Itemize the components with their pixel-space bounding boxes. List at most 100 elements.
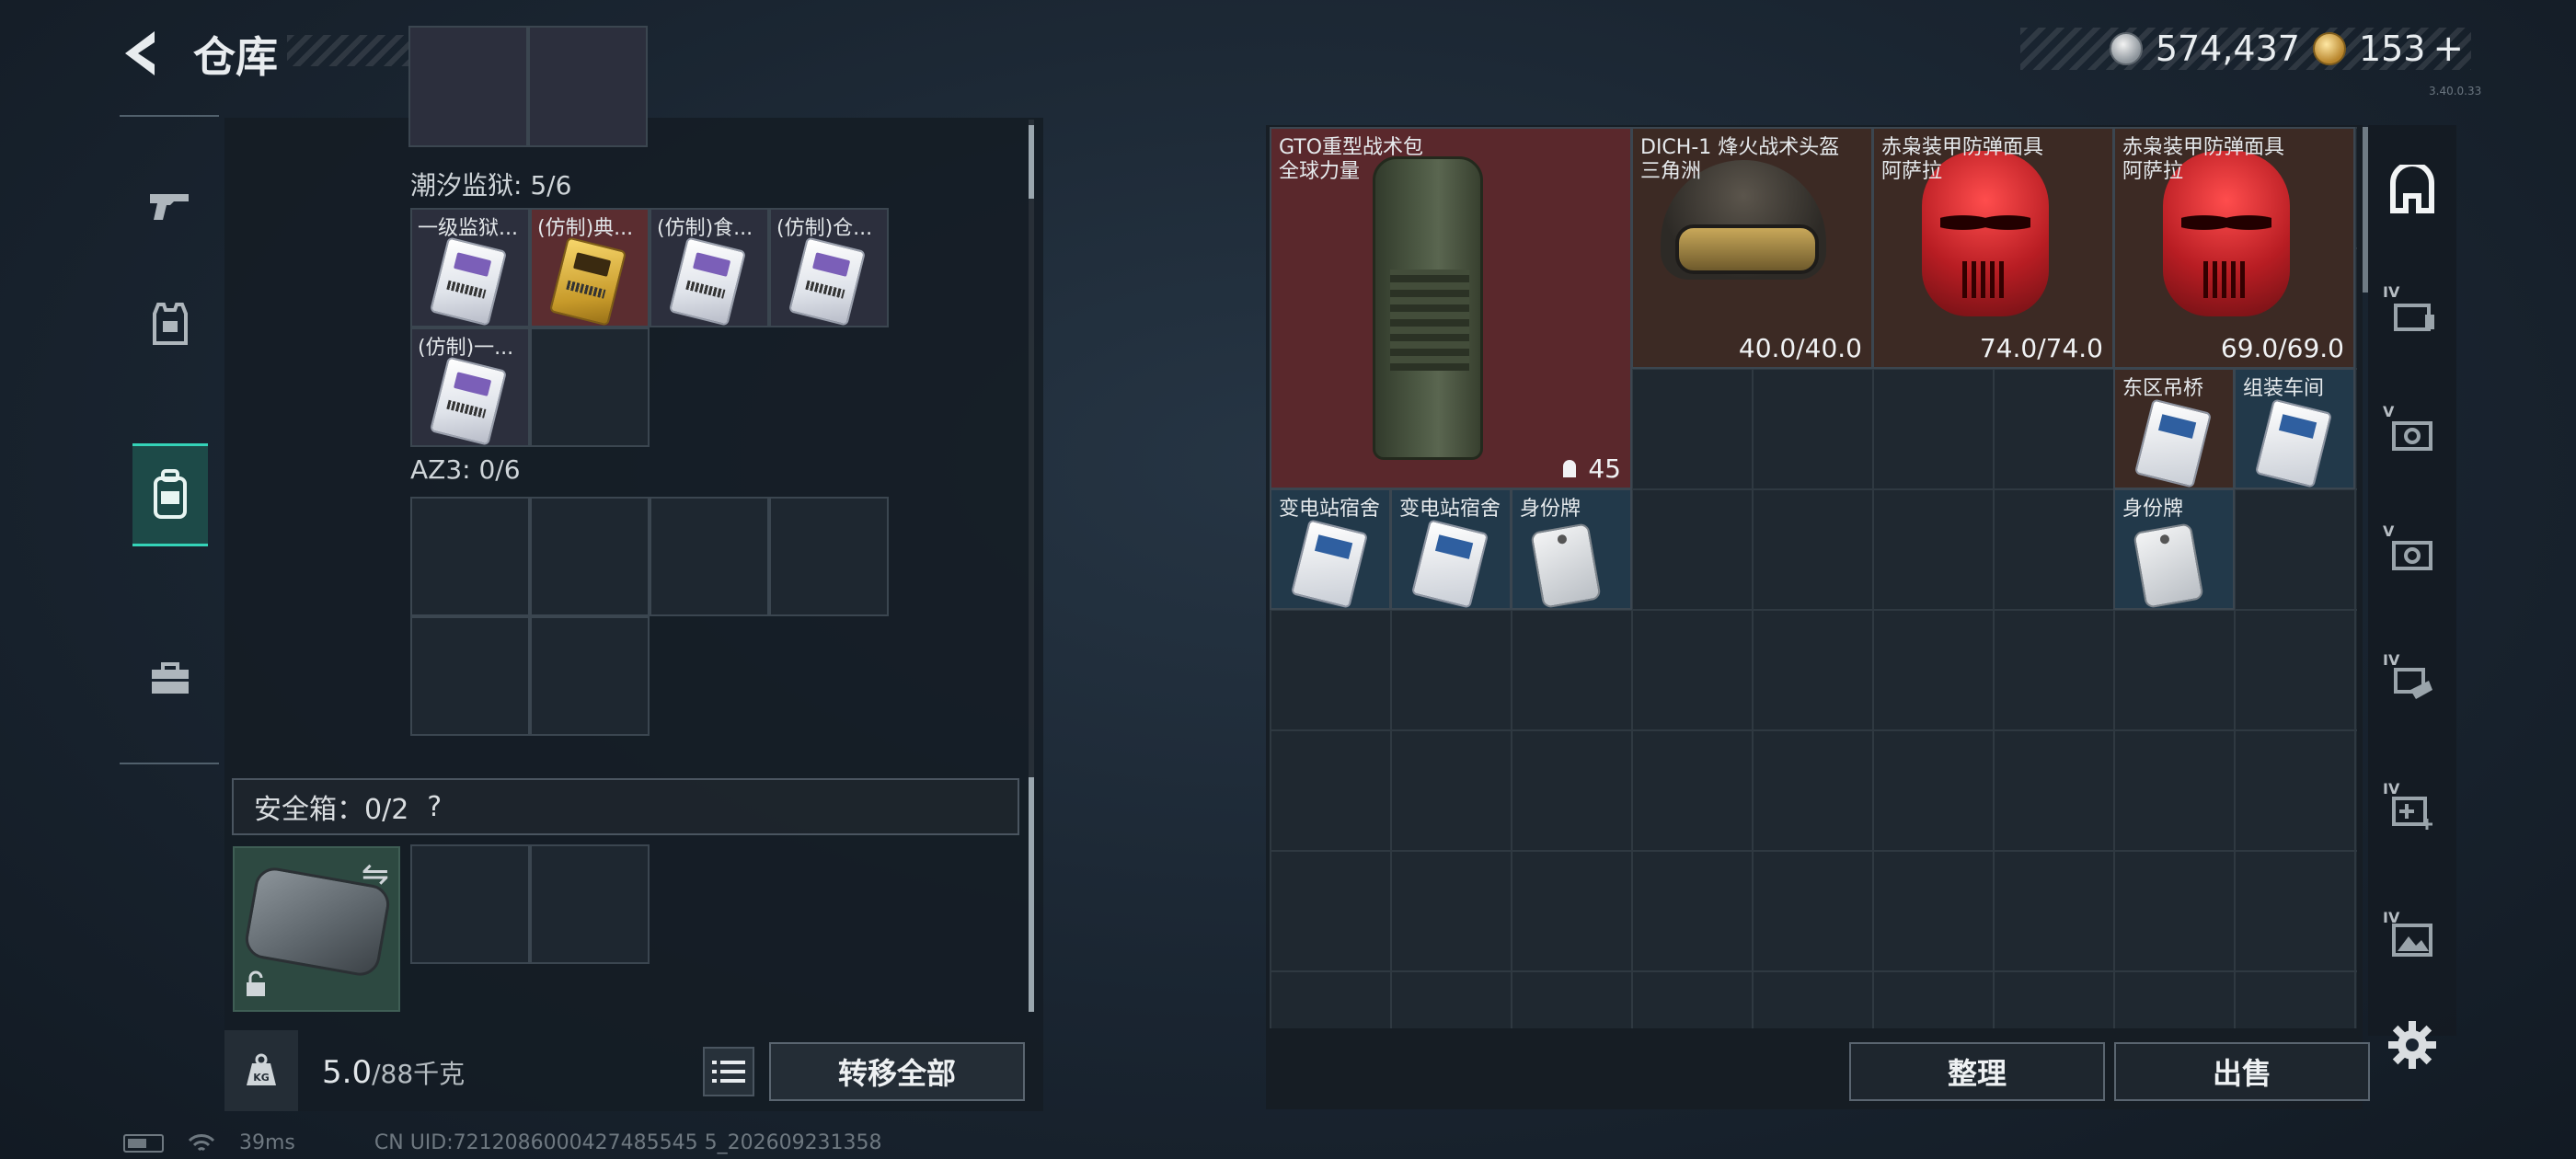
uid-text: CN UID:7212086000427485545 5_20260923135… — [374, 1131, 882, 1154]
storage-item[interactable]: 一级监狱... — [410, 208, 530, 327]
inventory-item-backpack[interactable]: GTO重型战术包 全球力量 45 — [1270, 127, 1632, 489]
capacity-badge: 45 — [1559, 453, 1621, 484]
safe-box-header: 安全箱：0/2 ? — [232, 778, 1019, 835]
battery-icon — [123, 1133, 164, 1153]
container-tab-5[interactable]: IV — [2379, 649, 2445, 716]
silver-amount: 574,437 — [2155, 29, 2300, 69]
container-tab-4[interactable]: V — [2379, 521, 2445, 587]
inventory-item-mask[interactable]: 赤枭装甲防弹面具 阿萨拉 69.0/69.0 — [2113, 127, 2355, 369]
item-faction: 阿萨拉 — [2122, 160, 2184, 183]
empty-slot[interactable] — [410, 497, 530, 616]
currency-bar: 574,437 153 + — [2020, 28, 2471, 70]
item-name: 变电站宿舍 — [1399, 498, 1501, 521]
container-tab-2[interactable]: IV — [2379, 281, 2445, 348]
version-text: 3.40.0.33 — [2429, 85, 2482, 98]
keycard-icon — [1290, 519, 1369, 608]
item-label: (仿制)典... — [537, 217, 634, 240]
item-label: (仿制)一... — [418, 337, 514, 360]
svg-text:KG: KG — [253, 1072, 270, 1084]
dogtag-icon — [2133, 522, 2204, 608]
item-name: 变电站宿舍 — [1279, 498, 1381, 521]
storage-item[interactable]: (仿制)仓... — [769, 208, 889, 327]
keycard-icon — [429, 356, 508, 446]
durability: 69.0/69.0 — [2220, 333, 2344, 363]
storage-item[interactable]: (仿制)典... — [530, 208, 650, 327]
swap-arrows-icon[interactable]: ⇋ — [362, 855, 389, 893]
page-title: 仓库 — [193, 32, 278, 82]
inventory-item-mask[interactable]: 赤枭装甲防弹面具 阿萨拉 74.0/74.0 — [1872, 127, 2114, 369]
safe-box-slot[interactable] — [530, 844, 650, 964]
storage-item[interactable]: (仿制)食... — [650, 208, 769, 327]
durability: 40.0/40.0 — [1738, 333, 1862, 363]
lock-icon — [244, 970, 268, 1004]
inventory-item-keycard[interactable]: 变电站宿舍 — [1270, 488, 1391, 610]
inventory-item-keycard[interactable]: 东区吊桥 — [2113, 368, 2235, 489]
gold-coin-icon — [2312, 32, 2346, 65]
sort-button[interactable]: 整理 — [1849, 1042, 2105, 1101]
container-tab-6[interactable]: IV — [2379, 778, 2445, 844]
container-tab-7[interactable]: IV — [2379, 907, 2445, 973]
empty-slot[interactable] — [530, 327, 650, 447]
category-nav — [120, 115, 219, 764]
safe-box-container[interactable]: ⇋ — [233, 846, 400, 1012]
item-faction: 三角洲 — [1640, 160, 1702, 183]
add-gold-button[interactable]: + — [2432, 28, 2464, 70]
briefcase-icon — [152, 662, 189, 694]
inventory-item-keycard[interactable]: 变电站宿舍 — [1390, 488, 1512, 610]
empty-slot[interactable] — [530, 497, 650, 616]
item-label: (仿制)仓... — [776, 217, 873, 240]
item-faction: 阿萨拉 — [1881, 160, 1943, 183]
storage-scroll-thumb[interactable] — [1029, 125, 1034, 199]
settings-gear-icon[interactable] — [2386, 1019, 2438, 1071]
nav-weapons[interactable] — [132, 154, 208, 257]
armor-vest-icon — [153, 303, 188, 345]
item-name: 身份牌 — [1520, 498, 1581, 521]
section-label-tide-prison: 潮汐监狱: 5/6 — [410, 170, 572, 201]
dogtag-icon — [1530, 522, 1602, 608]
inventory-item-helmet[interactable]: DICH-1 烽火战术头盔 三角洲 40.0/40.0 — [1631, 127, 1873, 369]
empty-slot[interactable] — [410, 616, 530, 736]
inventory-item-dogtag[interactable]: 身份牌 — [2113, 488, 2235, 610]
nav-toolbox[interactable] — [132, 627, 208, 730]
empty-slot[interactable] — [769, 497, 889, 616]
nav-equipment[interactable] — [132, 273, 208, 376]
sell-button[interactable]: 出售 — [2114, 1042, 2370, 1101]
container-nav: IV V V IV IV IV — [2368, 125, 2456, 1036]
transfer-all-button[interactable]: 转移全部 — [769, 1042, 1025, 1101]
silver-coin-icon — [2109, 32, 2143, 65]
section-label-az3: AZ3: 0/6 — [410, 454, 521, 485]
storage-slot[interactable] — [528, 26, 648, 147]
back-arrow-icon[interactable] — [118, 28, 162, 79]
empty-slot[interactable] — [650, 497, 769, 616]
item-label: (仿制)食... — [657, 217, 753, 240]
nav-backpack[interactable] — [132, 443, 208, 546]
storage-slot[interactable] — [408, 26, 528, 147]
inventory-item-keycard[interactable]: 组装车间 — [2234, 368, 2355, 489]
weight-readout: 5.0/88千克 — [322, 1054, 465, 1091]
storage-scroll-thumb-lower[interactable] — [1029, 777, 1034, 1012]
weight-current: 5.0 — [322, 1054, 373, 1091]
inventory-item-dogtag[interactable]: 身份牌 — [1511, 488, 1632, 610]
item-name: 东区吊桥 — [2122, 377, 2204, 400]
container-tab-main-bag[interactable] — [2379, 158, 2445, 224]
wifi-icon — [188, 1133, 215, 1151]
keycard-icon — [788, 236, 867, 327]
keycard-icon — [2254, 398, 2333, 488]
keycard-icon — [668, 236, 747, 327]
keycard-icon — [1410, 519, 1489, 608]
empty-slot[interactable] — [530, 616, 650, 736]
storage-item[interactable]: (仿制)一... — [410, 327, 530, 447]
ping-text: 39ms — [239, 1131, 295, 1154]
container-tab-3[interactable]: V — [2379, 401, 2445, 467]
list-view-button[interactable] — [703, 1047, 754, 1096]
bag-main-icon — [2390, 165, 2434, 213]
gold-keycard-icon — [548, 236, 627, 327]
safe-box-slot[interactable] — [410, 844, 530, 964]
item-faction: 全球力量 — [1279, 160, 1361, 183]
help-icon[interactable]: ? — [427, 791, 442, 823]
gear-box-icon — [2392, 421, 2432, 451]
weight-max: /88千克 — [372, 1059, 466, 1089]
safe-box-label: 安全箱：0/2 — [254, 794, 409, 826]
durability: 74.0/74.0 — [1979, 333, 2103, 363]
kg-weight-icon: KG — [247, 1053, 276, 1085]
